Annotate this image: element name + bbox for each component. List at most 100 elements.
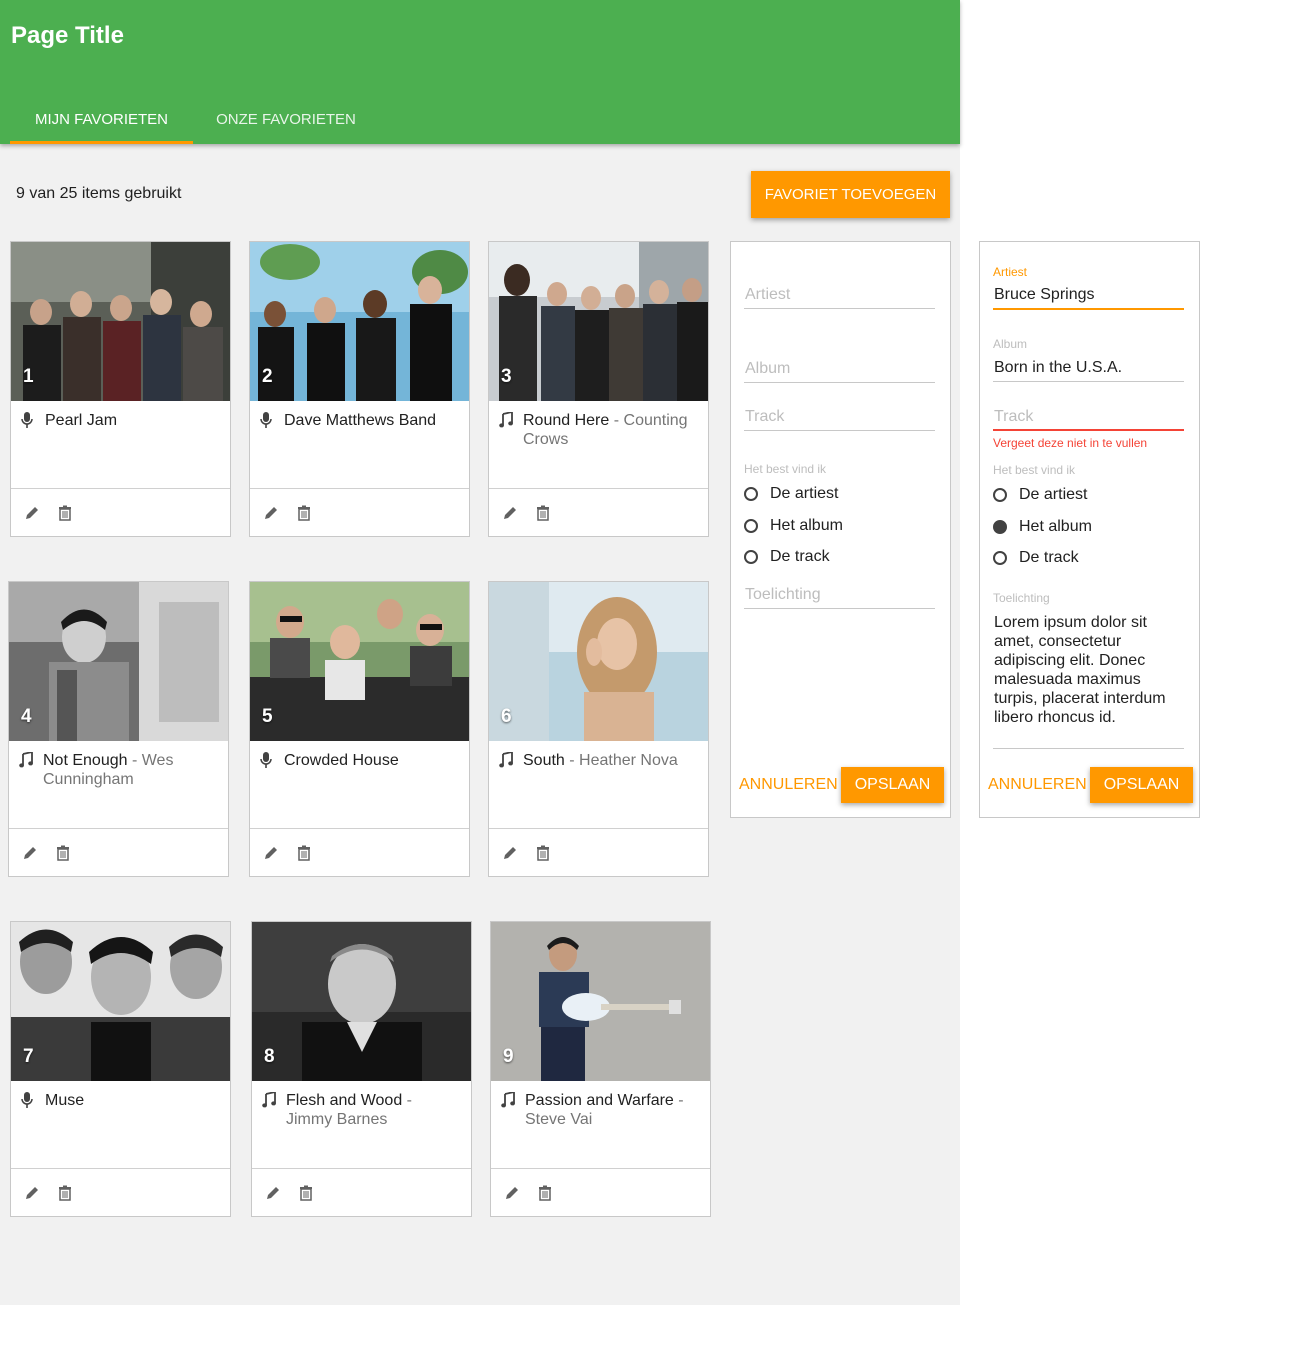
favorite-caption: Muse — [21, 1091, 221, 1113]
note-textarea[interactable]: Toelichting — [744, 586, 935, 610]
preference-label: Het best vind ik — [744, 462, 827, 476]
radio-label: Het album — [1019, 518, 1092, 535]
radio-de-artiest[interactable]: De artiest — [744, 485, 838, 503]
artist-photo — [250, 242, 469, 401]
favorite-title: Not Enough — [43, 752, 128, 769]
album-value: Born in the U.S.A. — [994, 359, 1123, 376]
microphone-icon — [260, 411, 280, 433]
pencil-icon[interactable] — [24, 1185, 40, 1201]
trash-icon[interactable] — [57, 505, 73, 521]
music-note-icon — [262, 1090, 282, 1129]
music-note-icon — [19, 750, 39, 789]
music-note-icon — [499, 750, 519, 773]
note-textarea[interactable]: Lorem ipsum dolor sit amet, consectetur … — [993, 613, 1184, 751]
favorite-card: 8 Flesh and Wood - Jimmy Barnes — [251, 921, 472, 1217]
trash-icon[interactable] — [296, 505, 312, 521]
card-actions — [489, 488, 708, 536]
cancel-button[interactable]: ANNULEREN — [739, 767, 838, 803]
save-button[interactable]: OPSLAAN — [1090, 767, 1193, 803]
favorite-title: Muse — [45, 1092, 85, 1109]
album-input[interactable]: Born in the U.S.A. — [993, 359, 1184, 383]
pencil-icon[interactable] — [24, 505, 40, 521]
microphone-icon — [260, 751, 280, 773]
favorite-caption: Round Here - Counting Crows — [499, 410, 699, 449]
radio-het-album[interactable]: Het album — [993, 518, 1092, 536]
card-actions — [252, 1168, 471, 1216]
artist-photo — [489, 582, 708, 741]
favorite-card: 5 Crowded House — [249, 581, 470, 877]
artist-photo — [9, 582, 228, 741]
track-placeholder: Track — [745, 408, 785, 425]
radio-label: De track — [1019, 549, 1079, 566]
favorite-number: 5 — [262, 706, 273, 727]
favorite-caption: Dave Matthews Band — [260, 411, 460, 433]
radio-label: De artiest — [1019, 486, 1088, 503]
pencil-icon[interactable] — [263, 505, 279, 521]
album-input[interactable]: Album — [744, 360, 935, 384]
note-value: Lorem ipsum dolor sit amet, consectetur … — [994, 614, 1166, 726]
artist-photo — [250, 582, 469, 741]
tab-mijn-favorieten[interactable]: MIJN FAVORIETEN — [10, 100, 193, 144]
artist-photo — [11, 242, 230, 401]
track-input[interactable]: Track — [993, 408, 1184, 432]
favorite-title: Round Here — [523, 412, 610, 429]
trash-icon[interactable] — [55, 845, 71, 861]
favorite-card: 2 Dave Matthews Band — [249, 241, 470, 537]
pencil-icon[interactable] — [502, 505, 518, 521]
usage-counter: 9 van 25 items gebruikt — [16, 185, 182, 202]
radio-indicator — [744, 550, 758, 564]
trash-icon[interactable] — [298, 1185, 314, 1201]
artist-value: Bruce Springs — [994, 286, 1095, 303]
artist-photo — [252, 922, 471, 1081]
music-note-icon — [499, 410, 519, 449]
app-bar: Page Title MIJN FAVORIETEN ONZE FAVORIET… — [0, 0, 960, 144]
favorite-card: 7 Muse — [10, 921, 231, 1217]
radio-indicator — [993, 551, 1007, 565]
artist-input[interactable]: Bruce Springs — [993, 286, 1184, 312]
favorite-caption: Not Enough - Wes Cunningham — [19, 750, 219, 789]
pencil-icon[interactable] — [502, 845, 518, 861]
artist-photo — [11, 922, 230, 1081]
favorite-subtitle: - Heather Nova — [569, 752, 678, 769]
radio-label: De artiest — [770, 485, 839, 502]
add-favorite-button[interactable]: FAVORIET TOEVOEGEN — [751, 171, 950, 218]
favorite-card: 4 Not Enough - Wes Cunningham — [8, 581, 229, 877]
radio-label: Het album — [770, 517, 843, 534]
favorite-number: 4 — [21, 706, 32, 727]
radio-indicator — [993, 488, 1007, 502]
favorite-number: 3 — [501, 366, 512, 387]
favorite-number: 9 — [503, 1046, 514, 1067]
radio-de-track[interactable]: De track — [744, 548, 830, 566]
pencil-icon[interactable] — [504, 1185, 520, 1201]
artist-input[interactable]: Artiest — [744, 286, 935, 310]
card-actions — [11, 488, 230, 536]
save-button[interactable]: OPSLAAN — [841, 767, 944, 803]
favorite-number: 8 — [264, 1046, 275, 1067]
app-surface: Page Title MIJN FAVORIETEN ONZE FAVORIET… — [0, 0, 960, 1305]
radio-de-artiest[interactable]: De artiest — [993, 486, 1087, 504]
card-actions — [489, 828, 708, 876]
pencil-icon[interactable] — [265, 1185, 281, 1201]
favorite-caption: Crowded House — [260, 751, 460, 773]
trash-icon[interactable] — [57, 1185, 73, 1201]
track-input[interactable]: Track — [744, 408, 935, 432]
favorite-title: Flesh and Wood — [286, 1092, 403, 1109]
favorite-number: 1 — [23, 366, 34, 387]
trash-icon[interactable] — [535, 845, 551, 861]
favorite-number: 2 — [262, 366, 273, 387]
tab-onze-favorieten[interactable]: ONZE FAVORIETEN — [193, 100, 379, 144]
favorite-caption: South - Heather Nova — [499, 750, 699, 773]
trash-icon[interactable] — [537, 1185, 553, 1201]
radio-het-album[interactable]: Het album — [744, 517, 843, 535]
favorite-form-empty: Artiest Album Track Het best vind ik De … — [730, 241, 951, 818]
favorite-card: 9 Passion and Warfare - Steve Vai — [490, 921, 711, 1217]
trash-icon[interactable] — [296, 845, 312, 861]
favorite-caption: Pearl Jam — [21, 411, 221, 433]
radio-indicator-selected — [993, 520, 1007, 534]
trash-icon[interactable] — [535, 505, 551, 521]
radio-de-track[interactable]: De track — [993, 549, 1079, 567]
pencil-icon[interactable] — [22, 845, 38, 861]
pencil-icon[interactable] — [263, 845, 279, 861]
cancel-button[interactable]: ANNULEREN — [988, 767, 1087, 803]
favorite-title: South — [523, 752, 565, 769]
